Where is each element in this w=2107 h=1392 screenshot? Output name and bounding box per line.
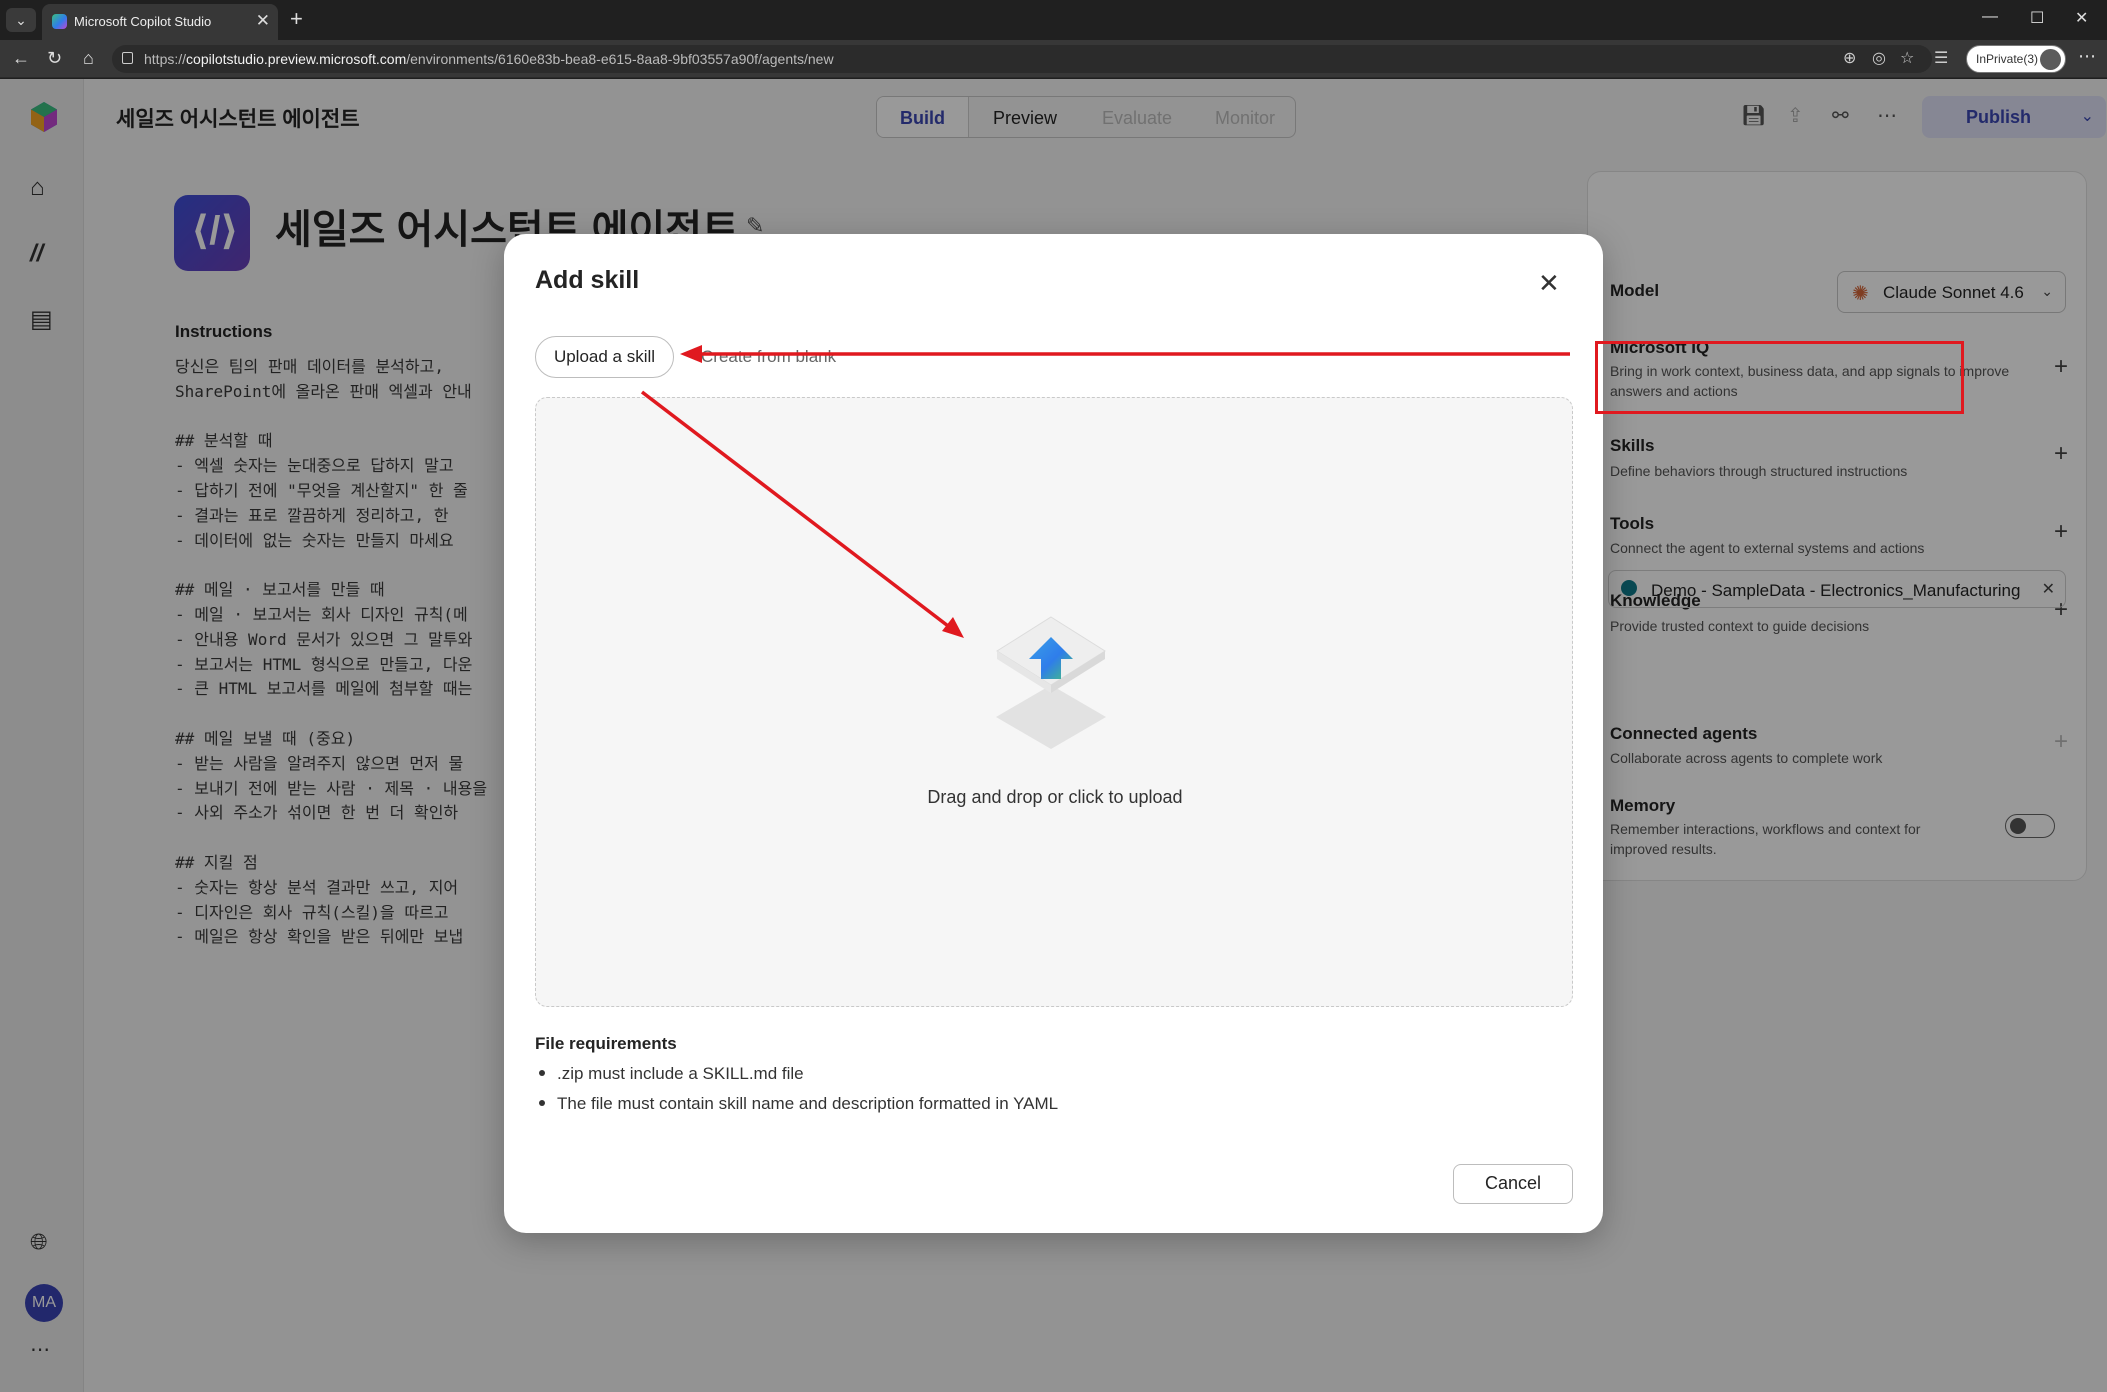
file-requirements-list: .zip must include a SKILL.md file The fi… xyxy=(535,1064,1058,1124)
browser-titlebar: ⌄ Microsoft Copilot Studio ✕ + — ☐ ✕ xyxy=(0,0,2107,40)
minimize-icon[interactable]: — xyxy=(1982,8,1998,26)
tab-title: Microsoft Copilot Studio xyxy=(74,14,212,29)
new-tab-plus-icon[interactable]: + xyxy=(290,6,303,32)
maximize-icon[interactable]: ☐ xyxy=(2030,8,2044,28)
profile-avatar-icon xyxy=(2040,49,2061,70)
file-dropzone[interactable]: Drag and drop or click to upload xyxy=(535,397,1573,1007)
tab-actions-chevron-icon[interactable]: ⌄ xyxy=(6,8,36,32)
requirement-item: .zip must include a SKILL.md file xyxy=(535,1064,1058,1094)
upload-skill-tab[interactable]: Upload a skill xyxy=(535,336,674,378)
add-skill-dialog: Add skill ✕ Upload a skill Create from b… xyxy=(504,234,1603,1233)
zoom-icon[interactable]: ⊕ xyxy=(1843,48,1856,68)
requirement-item: The file must contain skill name and des… xyxy=(535,1094,1058,1124)
browser-more-icon[interactable]: ⋯ xyxy=(2078,46,2096,67)
refresh-icon[interactable]: ↻ xyxy=(47,48,62,69)
file-requirements-title: File requirements xyxy=(535,1034,677,1053)
cancel-button[interactable]: Cancel xyxy=(1453,1164,1573,1204)
browser-toolbar: ← ↻ ⌂ https://copilotstudio.preview.micr… xyxy=(0,40,2107,78)
inprivate-profile-button[interactable]: InPrivate(3) xyxy=(1966,45,2066,73)
copilot-studio-favicon-icon xyxy=(52,14,67,29)
create-from-blank-tab[interactable]: Create from blank xyxy=(701,347,836,367)
tracking-prevention-icon[interactable]: ◎ xyxy=(1872,48,1886,68)
skills-highlight-box xyxy=(1595,341,1964,414)
address-bar[interactable]: https://copilotstudio.preview.microsoft.… xyxy=(112,45,1932,73)
dropzone-instructions: Drag and drop or click to upload xyxy=(927,787,1183,807)
url-text: https://copilotstudio.preview.microsoft.… xyxy=(144,51,834,67)
window-close-icon[interactable]: ✕ xyxy=(2075,8,2088,28)
browser-tab[interactable]: Microsoft Copilot Studio ✕ xyxy=(42,4,278,40)
upload-arrow-icon xyxy=(996,616,1106,749)
lock-icon xyxy=(122,52,133,64)
favorite-star-icon[interactable]: ☆ xyxy=(1900,48,1914,68)
favorites-list-icon[interactable]: ☰ xyxy=(1934,48,1948,68)
home-icon[interactable]: ⌂ xyxy=(83,48,94,69)
dialog-title: Add skill xyxy=(535,266,640,294)
dialog-close-icon[interactable]: ✕ xyxy=(1538,268,1560,299)
back-arrow-icon[interactable]: ← xyxy=(12,48,30,69)
tab-close-icon[interactable]: ✕ xyxy=(256,11,270,31)
